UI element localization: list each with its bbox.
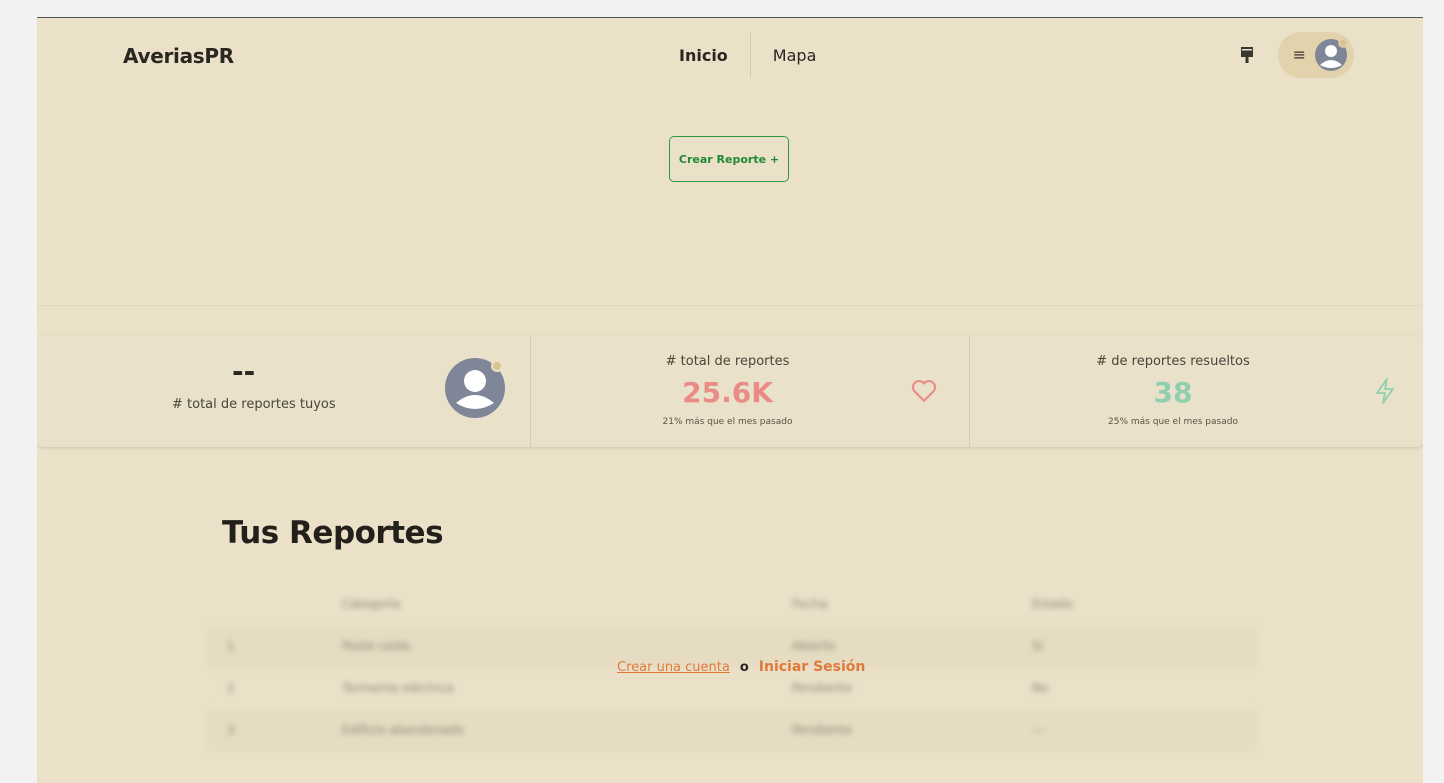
- user-avatar-icon: [1315, 38, 1348, 71]
- nav-mapa[interactable]: Mapa: [751, 46, 839, 65]
- table-header-cell: Estado: [1032, 597, 1073, 611]
- user-menu-button[interactable]: ≡: [1278, 32, 1354, 78]
- reports-table: Categoría Fecha Estado 1 Poste caído Abi…: [207, 584, 1257, 774]
- stat-my-reports-value: --: [232, 355, 256, 388]
- stat-resolved-label: # de reportes resueltos: [1096, 354, 1250, 369]
- table-cell: 1: [227, 639, 235, 653]
- table-row[interactable]: 3 Edificio abandonado Pendiente —: [207, 710, 1257, 752]
- auth-or-text: o: [739, 659, 749, 675]
- table-cell: —: [1032, 723, 1044, 737]
- lightning-icon: [1376, 378, 1394, 404]
- stat-total-reports: # total de reportes 25.6K 21% más que el…: [530, 335, 969, 447]
- heart-icon: [911, 379, 937, 402]
- user-avatar-icon: [445, 358, 505, 418]
- hamburger-icon: ≡: [1292, 45, 1306, 64]
- paint-brush-icon[interactable]: [1240, 46, 1254, 64]
- nav-inicio[interactable]: Inicio: [657, 46, 750, 65]
- table-cell: No: [1032, 681, 1049, 695]
- brand-logo[interactable]: AveriasPR: [123, 44, 234, 68]
- table-cell: Sí: [1032, 639, 1043, 653]
- stat-resolved-sub: 25% más que el mes pasado: [1108, 417, 1238, 427]
- auth-prompt: Crear una cuenta o Iniciar Sesión: [617, 659, 865, 675]
- stat-resolved-value: 38: [1153, 376, 1193, 409]
- table-cell: Pendiente: [792, 723, 852, 737]
- section-divider: [37, 305, 1423, 306]
- stats-panel: -- # total de reportes tuyos # total de …: [37, 335, 1423, 447]
- table-cell: Edificio abandonado: [342, 723, 464, 737]
- table-cell: 3: [227, 723, 235, 737]
- stat-total-label: # total de reportes: [665, 354, 790, 369]
- table-header-cell: Fecha: [792, 597, 828, 611]
- table-cell: Tormenta eléctrica: [342, 681, 454, 695]
- signup-link[interactable]: Crear una cuenta: [617, 660, 730, 675]
- stat-my-reports-label: # total de reportes tuyos: [172, 397, 336, 412]
- stat-total-sub: 21% más que el mes pasado: [662, 417, 793, 427]
- stat-my-reports: -- # total de reportes tuyos: [37, 335, 530, 447]
- login-link[interactable]: Iniciar Sesión: [759, 659, 866, 675]
- table-cell: 2: [227, 681, 235, 695]
- table-header-cell: Categoría: [342, 597, 401, 611]
- table-cell: Pendiente: [792, 681, 852, 695]
- table-cell: Abierto: [792, 639, 836, 653]
- table-header: Categoría Fecha Estado: [207, 584, 1257, 626]
- main-nav: Inicio Mapa: [657, 32, 838, 78]
- create-report-button[interactable]: Crear Reporte +: [669, 136, 789, 182]
- stat-total-value: 25.6K: [682, 376, 773, 409]
- app-frame: AveriasPR Inicio Mapa ≡ Crear Reporte + …: [37, 17, 1423, 783]
- reports-title: Tus Reportes: [222, 515, 444, 551]
- stat-resolved-reports: # de reportes resueltos 38 25% más que e…: [969, 335, 1423, 447]
- table-cell: Poste caído: [342, 639, 411, 653]
